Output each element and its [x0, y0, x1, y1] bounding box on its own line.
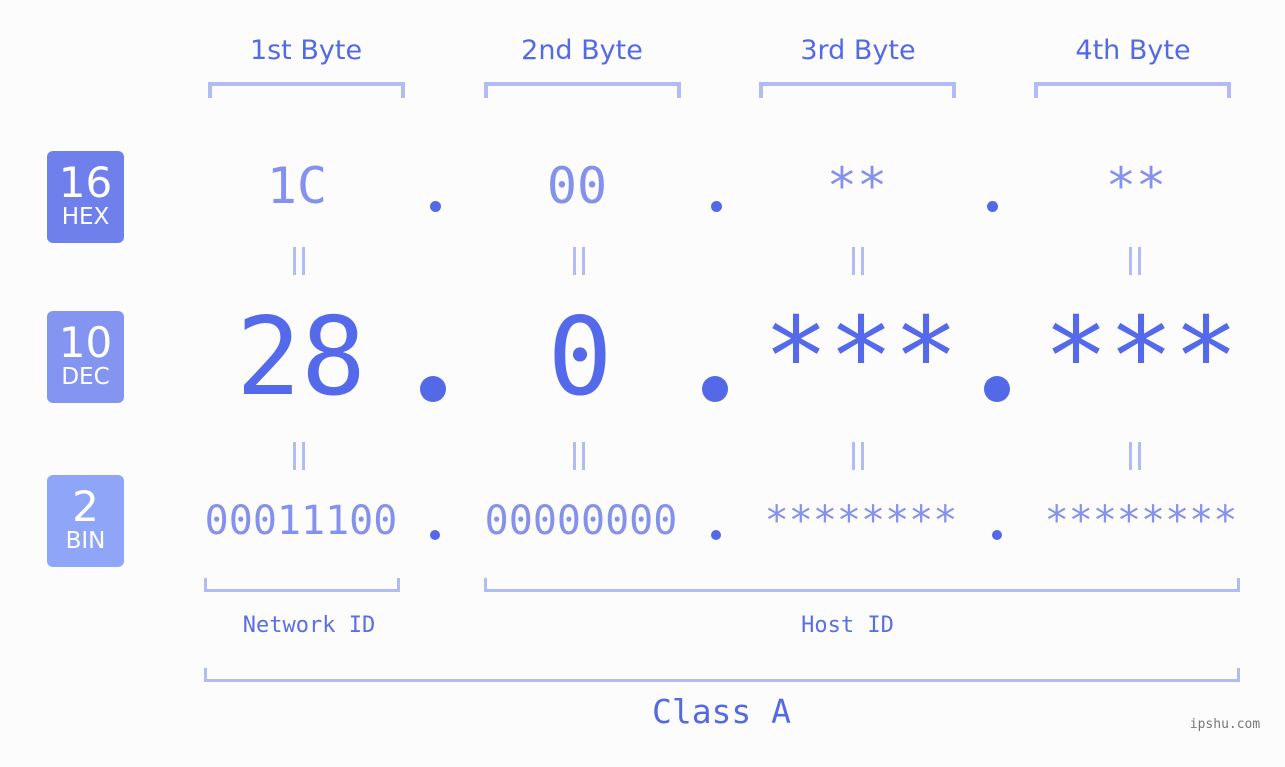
dec-byte-1: 28	[235, 295, 367, 420]
dec-byte-2: 0	[547, 295, 613, 420]
bin-badge: 2 BIN	[47, 475, 124, 567]
hex-separator-dot-3	[987, 201, 998, 212]
hex-byte-1: 1C	[266, 157, 328, 215]
equals-icon	[292, 247, 306, 275]
bin-byte-4: ********	[1044, 498, 1238, 544]
dec-badge: 10 DEC	[47, 311, 124, 403]
byte-bracket-4	[1034, 82, 1231, 98]
hex-badge-label: HEX	[61, 204, 110, 230]
watermark: ipshu.com	[1189, 717, 1261, 732]
equals-icon	[851, 247, 865, 275]
byte-bracket-1	[208, 82, 405, 98]
dec-separator-dot-3	[984, 376, 1010, 402]
bin-badge-label: BIN	[65, 528, 106, 554]
equals-icon	[1128, 247, 1142, 275]
bin-byte-2: 00000000	[484, 498, 678, 544]
bin-separator-dot-3	[992, 530, 1002, 540]
hex-byte-2: 00	[546, 157, 608, 215]
equals-icon	[572, 442, 586, 470]
dec-separator-dot-1	[420, 376, 446, 402]
dec-badge-number: 10	[58, 318, 113, 367]
dec-badge-label: DEC	[61, 364, 110, 390]
dec-separator-dot-2	[702, 376, 728, 402]
hex-separator-dot-2	[711, 201, 722, 212]
byte-header-1: 1st Byte	[249, 35, 363, 66]
equals-icon	[851, 442, 865, 470]
equals-icon	[292, 442, 306, 470]
byte-bracket-3	[759, 82, 956, 98]
byte-header-2: 2nd Byte	[521, 35, 643, 66]
hex-separator-dot-1	[430, 201, 441, 212]
bin-separator-dot-1	[430, 530, 440, 540]
hex-byte-4: **	[1105, 157, 1167, 215]
network-id-label: Network ID	[242, 613, 376, 638]
dec-byte-4: ***	[1043, 295, 1239, 420]
byte-header-3: 3rd Byte	[800, 35, 916, 66]
host-id-label: Host ID	[801, 613, 894, 638]
network-id-bracket	[204, 578, 400, 592]
byte-bracket-2	[484, 82, 681, 98]
class-bracket	[204, 668, 1240, 682]
hex-badge: 16 HEX	[47, 151, 124, 243]
dec-byte-3: ***	[763, 295, 959, 420]
equals-icon	[572, 247, 586, 275]
ip-class-label: Class A	[651, 692, 792, 731]
bin-byte-1: 00011100	[204, 498, 398, 544]
hex-badge-number: 16	[58, 158, 113, 207]
bin-byte-3: ********	[764, 498, 958, 544]
bin-badge-number: 2	[72, 482, 99, 531]
equals-icon	[1128, 442, 1142, 470]
hex-byte-3: **	[826, 157, 888, 215]
byte-header-4: 4th Byte	[1075, 35, 1191, 66]
bin-separator-dot-2	[711, 530, 721, 540]
host-id-bracket	[484, 578, 1240, 592]
